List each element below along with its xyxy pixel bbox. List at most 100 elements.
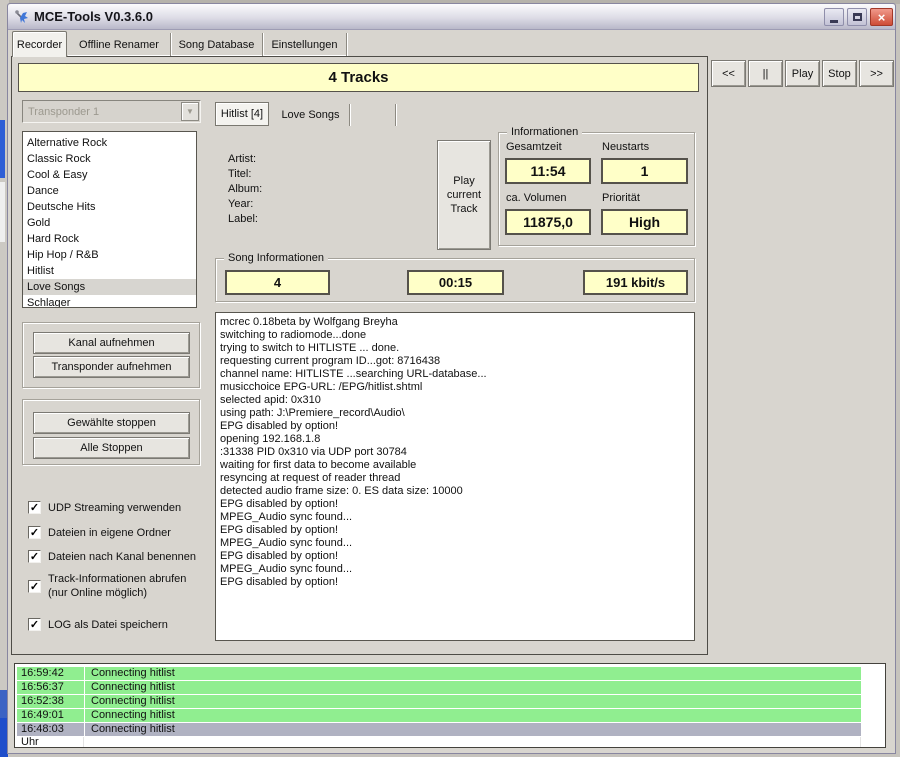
record-channel-button[interactable]: Kanal aufnehmen — [33, 332, 190, 354]
transponder-select[interactable]: Transponder 1 ▼ — [22, 100, 201, 123]
pause-button[interactable]: || — [748, 60, 783, 87]
status-message: Connecting hitlist — [85, 709, 861, 722]
titel-label: Titel: — [228, 168, 251, 180]
play-current-track-button[interactable]: Play current Track — [437, 140, 491, 250]
tab-label: Einstellungen — [271, 39, 337, 51]
status-time: 16:49:01 Uhr — [17, 709, 84, 722]
previous-track-button[interactable]: << — [711, 60, 746, 87]
log-to-file-checkbox[interactable]: ✓ — [28, 618, 41, 631]
genre-listbox[interactable]: Alternative Rock Classic Rock Cool & Eas… — [22, 131, 197, 308]
gesamtzeit-value: 11:54 — [505, 158, 591, 184]
list-item[interactable]: Gold — [23, 215, 196, 231]
maximize-icon — [853, 13, 862, 21]
check-icon: ✓ — [30, 501, 39, 514]
artist-label: Artist: — [228, 153, 256, 165]
list-item[interactable]: Classic Rock — [23, 151, 196, 167]
window-title: MCE-Tools V0.3.6.0 — [34, 9, 153, 24]
list-item[interactable]: Alternative Rock — [23, 135, 196, 151]
track-info-checkbox[interactable]: ✓ — [28, 580, 41, 593]
minimize-button[interactable] — [824, 8, 844, 26]
tab-offline-renamer[interactable]: Offline Renamer — [68, 33, 171, 56]
volumen-value: 11875,0 — [505, 209, 591, 235]
channel-tab-love-songs[interactable]: Love Songs — [272, 104, 350, 126]
stop-selected-button[interactable]: Gewählte stoppen — [33, 412, 190, 434]
group-legend: Song Informationen — [224, 252, 328, 264]
status-message: Connecting hitlist — [85, 695, 861, 708]
status-message: Connecting hitlist — [85, 681, 861, 694]
prioritaet-label: Priorität — [602, 192, 640, 204]
label-label: Label: — [228, 213, 258, 225]
own-folder-checkbox[interactable]: ✓ — [28, 526, 41, 539]
stop-all-button[interactable]: Alle Stoppen — [33, 437, 190, 459]
next-track-button[interactable]: >> — [859, 60, 894, 87]
microphone-app-icon — [14, 9, 30, 25]
close-button[interactable]: × — [870, 8, 893, 26]
neustarts-value: 1 — [601, 158, 688, 184]
gesamtzeit-label: Gesamtzeit — [506, 141, 562, 153]
tab-label: Offline Renamer — [79, 39, 159, 51]
close-icon: × — [878, 10, 886, 25]
channel-tab-label: Hitlist [4] — [221, 108, 263, 120]
stop-button[interactable]: Stop — [822, 60, 857, 87]
transponder-value: Transponder 1 — [23, 106, 181, 118]
check-icon: ✓ — [30, 550, 39, 563]
udp-streaming-checkbox[interactable]: ✓ — [28, 501, 41, 514]
channel-tab-label: Love Songs — [281, 109, 339, 121]
udp-streaming-label: UDP Streaming verwenden — [48, 502, 181, 514]
song-track-number: 4 — [225, 270, 330, 295]
own-folder-label: Dateien in eigene Ordner — [48, 527, 171, 539]
tab-recorder[interactable]: Recorder — [12, 31, 67, 57]
list-item[interactable]: Hip Hop / R&B — [23, 247, 196, 263]
list-item[interactable]: Dance — [23, 183, 196, 199]
log-to-file-label: LOG als Datei speichern — [48, 619, 168, 631]
background-fragment — [0, 690, 7, 718]
status-message: Connecting hitlist — [85, 667, 861, 680]
list-item[interactable]: Schlager — [23, 295, 196, 308]
table-row[interactable]: 16:52:38 Uhr Connecting hitlist — [17, 695, 885, 708]
connection-status-list[interactable]: 16:59:42 Uhr Connecting hitlist 16:56:37… — [14, 663, 886, 748]
track-count-text: 4 Tracks — [328, 69, 388, 86]
maximize-button[interactable] — [847, 8, 867, 26]
check-icon: ✓ — [30, 580, 39, 593]
year-label: Year: — [228, 198, 253, 210]
channel-tab-divider — [395, 104, 396, 126]
name-by-channel-checkbox[interactable]: ✓ — [28, 550, 41, 563]
neustarts-label: Neustarts — [602, 141, 649, 153]
track-info-label-line2: (nur Online möglich) — [48, 587, 147, 599]
background-fragment — [0, 120, 5, 178]
minimize-icon — [830, 20, 838, 23]
status-time: 16:48:03 Uhr — [17, 723, 84, 736]
list-item[interactable]: Hard Rock — [23, 231, 196, 247]
track-info-label: Track-Informationen abrufen — [48, 573, 186, 585]
tab-label: Recorder — [17, 39, 62, 51]
record-transponder-button[interactable]: Transponder aufnehmen — [33, 356, 190, 378]
status-message: Connecting hitlist — [85, 723, 861, 736]
player-controls: << || Play Stop >> — [711, 60, 894, 87]
list-item[interactable]: Cool & Easy — [23, 167, 196, 183]
table-row[interactable]: 16:56:37 Uhr Connecting hitlist — [17, 681, 885, 694]
background-fragment — [0, 182, 5, 242]
name-by-channel-label: Dateien nach Kanal benennen — [48, 551, 196, 563]
play-button[interactable]: Play — [785, 60, 820, 87]
album-label: Album: — [228, 183, 262, 195]
status-time: 16:56:37 Uhr — [17, 681, 84, 694]
title-bar[interactable]: MCE-Tools V0.3.6.0 — [8, 4, 895, 30]
check-icon: ✓ — [30, 618, 39, 631]
tab-song-database[interactable]: Song Database — [171, 33, 263, 56]
song-elapsed-time: 00:15 — [407, 270, 504, 295]
table-row-empty — [17, 737, 885, 748]
channel-tab-hitlist[interactable]: Hitlist [4] — [215, 102, 269, 126]
tab-einstellungen[interactable]: Einstellungen — [263, 33, 347, 56]
table-row[interactable]: 16:59:42 Uhr Connecting hitlist — [17, 667, 885, 680]
list-item-selected[interactable]: Love Songs — [23, 279, 196, 295]
prioritaet-value: High — [601, 209, 688, 235]
table-row-selected[interactable]: 16:48:03 Uhr Connecting hitlist — [17, 723, 885, 736]
list-item[interactable]: Hitlist — [23, 263, 196, 279]
table-row[interactable]: 16:49:01 Uhr Connecting hitlist — [17, 709, 885, 722]
check-icon: ✓ — [30, 526, 39, 539]
status-time: 16:52:38 Uhr — [17, 695, 84, 708]
recorder-log-output[interactable]: mcrec 0.18beta by Wolfgang Breyha switch… — [215, 312, 695, 641]
list-item[interactable]: Deutsche Hits — [23, 199, 196, 215]
track-count-banner: 4 Tracks — [18, 63, 699, 92]
status-time: 16:59:42 Uhr — [17, 667, 84, 680]
